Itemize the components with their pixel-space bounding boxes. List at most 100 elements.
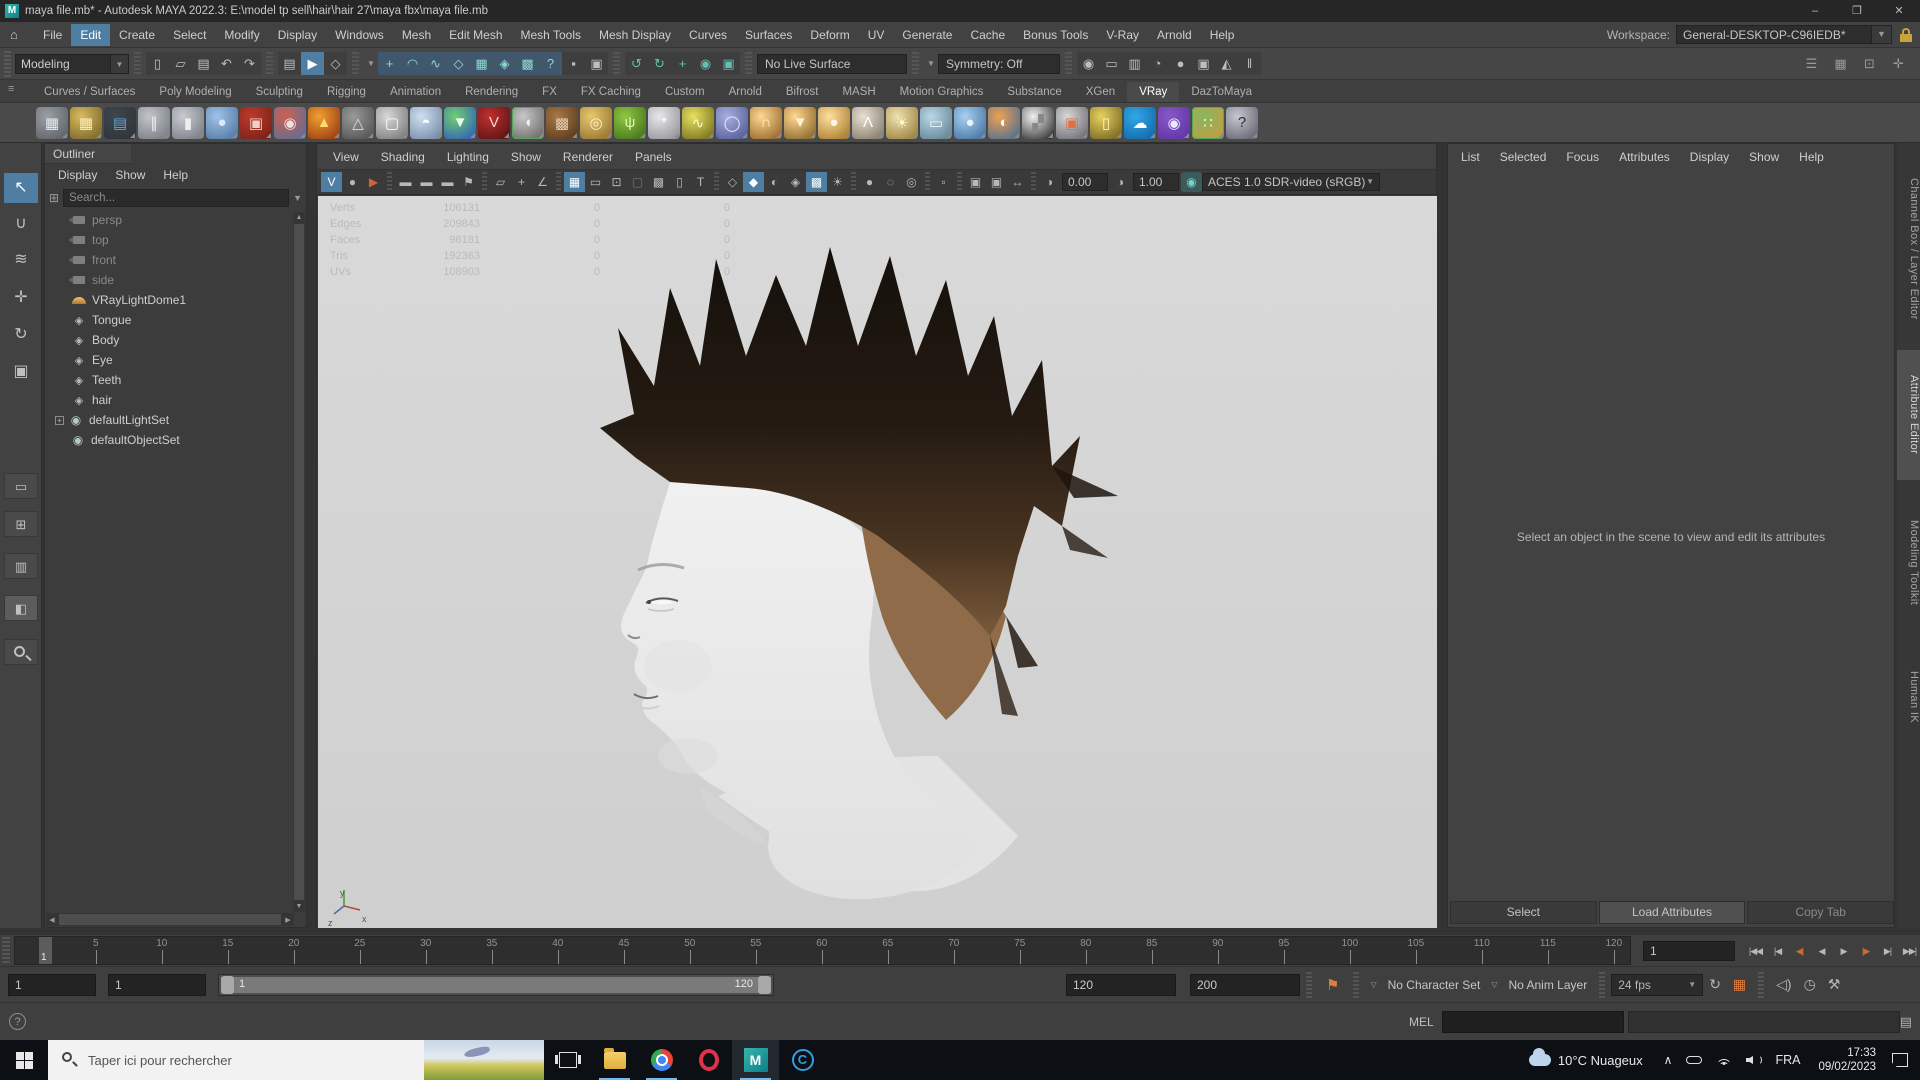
side-tab-channel-box-layer-editor[interactable]: Channel Box / Layer Editor (1897, 153, 1920, 345)
loop-playback-icon[interactable]: ↻ (1709, 976, 1721, 993)
shelf-vray-mtl-sphere-icon[interactable]: ◐ (988, 106, 1020, 139)
outliner-menu-help[interactable]: Help (156, 167, 195, 183)
status-dropdown-arrow[interactable]: ▼ (924, 54, 938, 74)
menu-edit-mesh[interactable]: Edit Mesh (440, 24, 511, 46)
outliner-item-hair[interactable]: ◈ hair (45, 390, 306, 410)
attr-menu-attributes[interactable]: Attributes (1610, 148, 1679, 166)
lock-selection-icon[interactable]: ▪ (562, 52, 585, 75)
outliner-item-eye[interactable]: ◈ Eye (45, 350, 306, 370)
menu-mesh-tools[interactable]: Mesh Tools (512, 24, 590, 46)
bookmark-add-icon[interactable]: ⚑ (1326, 976, 1339, 994)
redo-icon[interactable]: ↷ (238, 52, 261, 75)
shelf-vray-physical-camera-icon[interactable]: ▣ (240, 106, 272, 139)
shadows-toggle-icon[interactable]: ▩ (806, 172, 827, 192)
file-open-icon[interactable]: ▱ (169, 52, 192, 75)
attr-menu-help[interactable]: Help (1790, 148, 1833, 166)
start-button[interactable] (0, 1040, 48, 1080)
film-gate-icon[interactable]: ▭ (585, 172, 606, 192)
taskbar-opera[interactable] (685, 1040, 732, 1080)
viewport-menu-show[interactable]: Show (501, 148, 551, 165)
snap-point-icon[interactable]: ∿ (424, 52, 447, 75)
menu-windows[interactable]: Windows (326, 24, 393, 46)
shelf-vray-dome-light-icon[interactable]: ∩ (750, 106, 782, 139)
menu-file[interactable]: File (34, 24, 71, 46)
mel-label[interactable]: MEL (1409, 1015, 1434, 1029)
live-surface-field[interactable]: No Live Surface (757, 53, 907, 74)
help-line-icon[interactable]: ? (9, 1013, 26, 1030)
file-new-icon[interactable]: ▯ (146, 52, 169, 75)
volume-icon[interactable] (1746, 1054, 1763, 1066)
menu-uv[interactable]: UV (859, 24, 894, 46)
menu-display[interactable]: Display (269, 24, 326, 46)
layout-four[interactable]: ⊞ (4, 511, 38, 537)
anim-layer-arrow[interactable]: ▽ (1491, 980, 1497, 989)
shelf-vray-blend-spheres-icon[interactable]: ◉ (274, 106, 306, 139)
menu-help[interactable]: Help (1201, 24, 1244, 46)
taskbar-search-input[interactable] (88, 1052, 348, 1068)
select-hierarchy-icon[interactable]: ▤ (278, 52, 301, 75)
step-forward-key-button[interactable]: ▶| (1877, 940, 1898, 962)
attr-menu-display[interactable]: Display (1681, 148, 1738, 166)
highlight-selection-icon[interactable]: ▣ (585, 52, 608, 75)
outliner-item-front[interactable]: front (45, 250, 306, 270)
script-editor-icon[interactable]: ▤ (1900, 1014, 1912, 1030)
outliner-item-defaultlightset[interactable]: + ◉ defaultLightSet (45, 410, 306, 430)
shelf-vray-fire-icon[interactable]: ▲ (308, 106, 340, 139)
isolate-select-icon[interactable]: ▫ (933, 172, 954, 192)
file-save-icon[interactable]: ▤ (192, 52, 215, 75)
attribute-editor-toggle-icon[interactable]: ▦ (1829, 52, 1852, 75)
copy-tab-button[interactable]: Copy Tab (1747, 901, 1895, 924)
color-managed-icon-icon[interactable]: ◉ (1181, 172, 1202, 192)
image-plane-icon[interactable]: ▱ (490, 172, 511, 192)
attr-menu-show[interactable]: Show (1740, 148, 1788, 166)
shelf-vray-checker-icon[interactable]: ▞ (1022, 106, 1054, 139)
snap-help-icon[interactable]: ? (539, 52, 562, 75)
animation-end-field[interactable]: 200 (1190, 973, 1300, 996)
animation-prefs-clock-icon[interactable]: ◷ (1804, 976, 1816, 993)
range-start-handle[interactable] (221, 975, 234, 994)
shelf-tab-curves-surfaces[interactable]: Curves / Surfaces (32, 82, 147, 102)
weather-text[interactable]: 10°C Nuageux (1558, 1053, 1643, 1068)
shelf-vrmesh-export-folder-icon[interactable]: ▦ (70, 106, 102, 139)
launch-render-icon[interactable]: ◭ (1215, 52, 1238, 75)
weather-cloud-icon[interactable] (1528, 1048, 1551, 1066)
search-dropdown-arrow[interactable]: ▼ (293, 193, 302, 203)
render-current-frame-icon[interactable]: ▭ (1100, 52, 1123, 75)
anti-alias-icon[interactable]: ◌ (880, 172, 901, 192)
taskbar-chrome[interactable] (638, 1040, 685, 1080)
outliner-menu-display[interactable]: Display (51, 167, 104, 183)
shaded-mode-icon[interactable]: ◆ (743, 172, 764, 192)
gamma-field[interactable]: 1.00 (1133, 173, 1179, 191)
taskbar-search[interactable] (48, 1040, 544, 1080)
clock[interactable]: 17:33 09/02/2023 (1818, 1046, 1876, 1074)
ambient-occlusion-icon[interactable]: ☀ (827, 172, 848, 192)
snap-center-icon[interactable]: ◈ (493, 52, 516, 75)
wifi-icon[interactable] (1716, 1054, 1733, 1066)
shelf-tab-custom[interactable]: Custom (653, 82, 717, 102)
menu-modify[interactable]: Modify (215, 24, 268, 46)
snap-film-icon[interactable]: ▩ (516, 52, 539, 75)
menu-v-ray[interactable]: V-Ray (1097, 24, 1148, 46)
colorspace-select[interactable]: ACES 1.0 SDR-video (sRGB) ▼ (1202, 173, 1380, 191)
shelf-vray-quad-spheres-icon[interactable]: ∷ (1192, 106, 1224, 139)
shelf-vray-logo-icon[interactable]: V (478, 106, 510, 139)
range-end-handle[interactable] (758, 975, 771, 994)
xray-mode-icon[interactable]: ▣ (965, 172, 986, 192)
range-slider[interactable]: 1 120 (218, 973, 774, 996)
menu-mesh[interactable]: Mesh (393, 24, 440, 46)
outliner-item-defaultobjectset[interactable]: ◉ defaultObjectSet (45, 430, 306, 450)
shelf-tab-rendering[interactable]: Rendering (453, 82, 530, 102)
step-back-frame-button[interactable]: ◀| (1789, 940, 1810, 962)
shelf-tab-substance[interactable]: Substance (995, 82, 1073, 102)
shelf-tab-rigging[interactable]: Rigging (315, 82, 378, 102)
history-plane-icon[interactable]: ▣ (717, 52, 740, 75)
xray-joints-icon[interactable]: ▣ (986, 172, 1007, 192)
shelf-tab-animation[interactable]: Animation (378, 82, 453, 102)
outliner-item-teeth[interactable]: ◈ Teeth (45, 370, 306, 390)
shelf-vray-toolbar-palette-icon[interactable]: ◉ (1158, 106, 1190, 139)
select-component-icon[interactable]: ◇ (324, 52, 347, 75)
select-pointer-icon[interactable]: ▶ (363, 172, 384, 192)
scale-tool[interactable]: ▣ (4, 357, 38, 387)
paint-select-tool[interactable]: ≋ (4, 245, 38, 275)
hidden-icons-chevron[interactable]: ∧ (1664, 1053, 1673, 1067)
